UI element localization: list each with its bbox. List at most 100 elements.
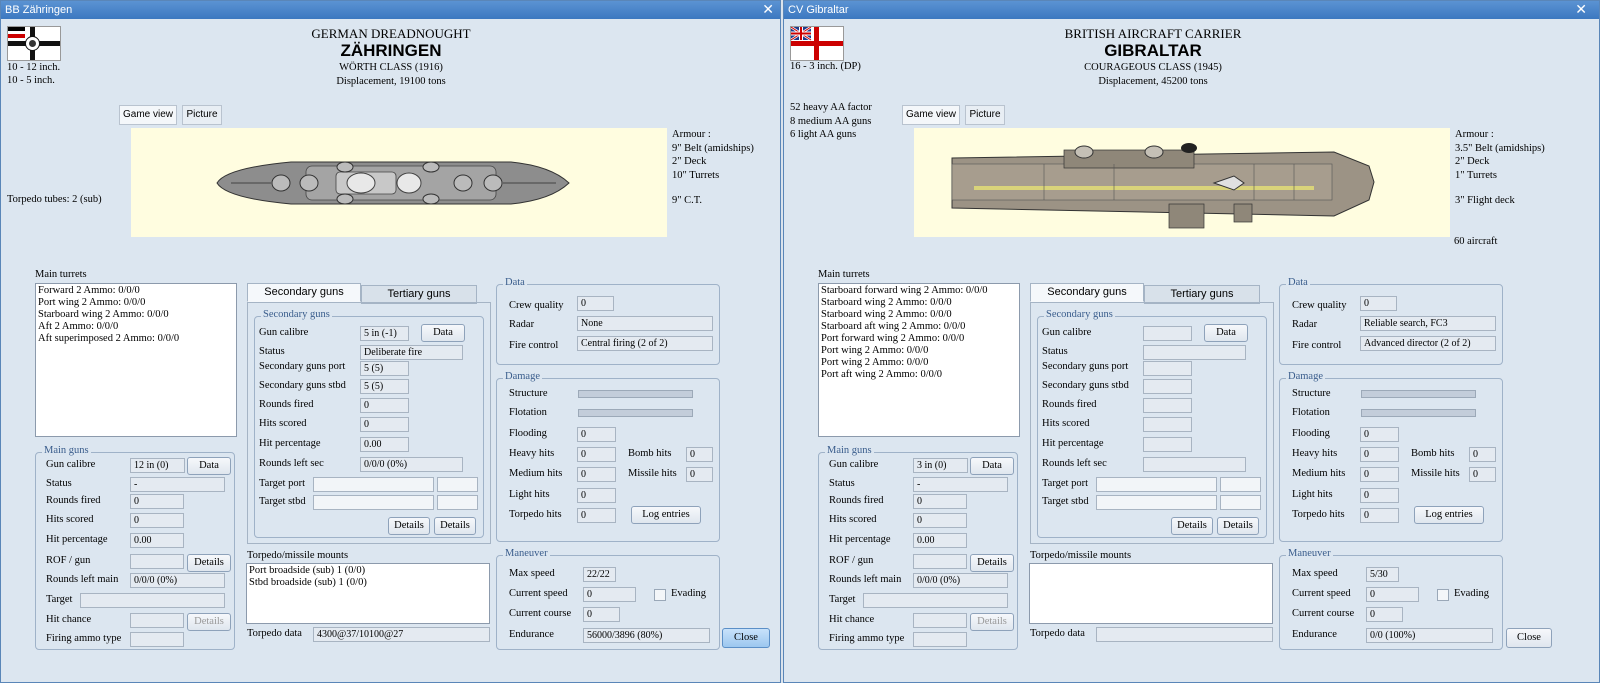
rounds-left-label: Rounds left main (829, 574, 902, 585)
sec-port-field (1143, 361, 1192, 376)
radar-label: Radar (509, 319, 535, 330)
list-item[interactable]: Port forward wing 2 Ammo: 0/0/0 (821, 333, 1017, 345)
list-item[interactable]: Forward 2 Ammo: 0/0/0 (38, 285, 234, 297)
evading-label: Evading (671, 588, 706, 599)
list-item[interactable]: Port wing 2 Ammo: 0/0/0 (821, 345, 1017, 357)
list-item[interactable]: Port wing 2 Ammo: 0/0/0 (38, 297, 234, 309)
list-item[interactable]: Aft 2 Ammo: 0/0/0 (38, 321, 234, 333)
log-entries-button[interactable]: Log entries (1414, 506, 1484, 524)
sec-data-button[interactable]: Data (1204, 324, 1248, 342)
ship-view-panel (131, 128, 667, 237)
hit-chance-details-button[interactable]: Details (187, 613, 231, 631)
main-turrets-list[interactable]: Forward 2 Ammo: 0/0/0 Port wing 2 Ammo: … (35, 283, 237, 437)
close-button[interactable]: Close (1506, 628, 1552, 648)
firing-ammo-field (130, 632, 184, 647)
light-hits-label: Light hits (509, 489, 550, 500)
rof-field (913, 554, 967, 569)
target-stbd-field (1096, 495, 1217, 510)
rof-label: ROF / gun (829, 555, 874, 566)
hit-percentage-label: Hit percentage (829, 534, 891, 545)
list-item[interactable]: Starboard wing 2 Ammo: 0/0/0 (821, 297, 1017, 309)
torpedo-mounts-list[interactable]: Port broadside (sub) 1 (0/0) Stbd broads… (246, 563, 490, 624)
rof-details-button[interactable]: Details (187, 554, 231, 572)
details-stbd-button[interactable]: Details (434, 517, 476, 535)
close-icon[interactable]: ✕ (762, 1, 774, 18)
list-item[interactable]: Port broadside (sub) 1 (0/0) (249, 565, 487, 577)
details-port-button[interactable]: Details (388, 517, 430, 535)
target-port-field (1096, 477, 1217, 492)
tab-game-view[interactable]: Game view (902, 105, 960, 125)
rounds-fired-field: 0 (913, 494, 967, 509)
list-item[interactable]: Starboard wing 2 Ammo: 0/0/0 (38, 309, 234, 321)
window-titlebar[interactable]: BB Zähringen ✕ (1, 1, 780, 19)
evading-checkbox[interactable] (1437, 589, 1449, 601)
gun-data-button[interactable]: Data (187, 457, 231, 475)
group-label: Maneuver (503, 548, 550, 559)
missile-hits-field: 0 (1469, 467, 1496, 482)
rounds-left-field: 0/0/0 (0%) (130, 573, 225, 588)
window-titlebar[interactable]: CV Gibraltar ✕ (784, 1, 1599, 19)
carrier-silhouette (951, 143, 1375, 229)
ship-window-right: CV Gibraltar ✕ 16 - 3 inch. (DP) BRITISH … (783, 0, 1600, 683)
max-speed-label: Max speed (509, 568, 555, 579)
missile-hits-label: Missile hits (628, 468, 677, 479)
list-item[interactable]: Starboard aft wing 2 Ammo: 0/0/0 (821, 321, 1017, 333)
list-item[interactable]: Port aft wing 2 Ammo: 0/0/0 (821, 369, 1017, 381)
rof-details-button[interactable]: Details (970, 554, 1014, 572)
tab-secondary-guns[interactable]: Secondary guns (247, 283, 361, 302)
tab-picture[interactable]: Picture (182, 105, 222, 125)
flotation-label: Flotation (509, 407, 547, 418)
hit-chance-details-button[interactable]: Details (970, 613, 1014, 631)
list-item[interactable]: Aft superimposed 2 Ammo: 0/0/0 (38, 333, 234, 345)
details-port-button[interactable]: Details (1171, 517, 1213, 535)
details-stbd-button[interactable]: Details (1217, 517, 1259, 535)
hits-scored-field: 0 (913, 513, 967, 528)
rounds-left-field: 0/0/0 (0%) (913, 573, 1008, 588)
ship-view-panel (914, 128, 1450, 237)
close-button[interactable]: Close (722, 628, 770, 648)
target-port-label: Target port (1042, 478, 1089, 489)
armour-title: Armour : (672, 129, 711, 140)
radar-field: None (577, 316, 713, 331)
main-turrets-list[interactable]: Starboard forward wing 2 Ammo: 0/0/0 Sta… (818, 283, 1020, 437)
tab-secondary-guns[interactable]: Secondary guns (1030, 283, 1144, 302)
gun-calibre-field: 12 in (0) (130, 458, 185, 473)
hits-scored-label: Hits scored (46, 514, 94, 525)
evading-checkbox[interactable] (654, 589, 666, 601)
list-item[interactable]: Starboard forward wing 2 Ammo: 0/0/0 (821, 285, 1017, 297)
torpedo-hits-label: Torpedo hits (509, 509, 562, 520)
hit-chance-field (130, 613, 184, 628)
sec-status-label: Status (1042, 346, 1068, 357)
target-stbd-field (313, 495, 434, 510)
target-field (80, 593, 225, 608)
fire-control-field: Central firing (2 of 2) (577, 336, 713, 351)
flooding-field: 0 (1360, 427, 1399, 442)
sec-gun-calibre-label: Gun calibre (259, 327, 309, 338)
radar-label: Radar (1292, 319, 1318, 330)
tab-picture[interactable]: Picture (965, 105, 1005, 125)
bomb-hits-field: 0 (686, 447, 713, 462)
log-entries-button[interactable]: Log entries (631, 506, 701, 524)
structure-label: Structure (1292, 388, 1331, 399)
target-label: Target (46, 594, 73, 605)
tab-game-view[interactable]: Game view (119, 105, 177, 125)
ship-name: GIBRALTAR (1104, 41, 1202, 60)
torpedo-hits-field: 0 (577, 508, 616, 523)
close-icon[interactable]: ✕ (1575, 1, 1587, 18)
sec-status-label: Status (259, 346, 285, 357)
list-item[interactable]: Port wing 2 Ammo: 0/0/0 (821, 357, 1017, 369)
torpedo-data-field (1096, 627, 1273, 642)
sec-rounds-fired-field (1143, 398, 1192, 413)
target-label: Target (829, 594, 856, 605)
flotation-label: Flotation (1292, 407, 1330, 418)
endurance-field: 56000/3896 (80%) (583, 628, 710, 643)
torpedo-mounts-list[interactable] (1029, 563, 1273, 624)
sec-status-field: Deliberate fire (360, 345, 463, 360)
list-item[interactable]: Stbd broadside (sub) 1 (0/0) (249, 577, 487, 589)
target-field (863, 593, 1008, 608)
ship-name: ZÄHRINGEN (340, 41, 442, 60)
sec-data-button[interactable]: Data (421, 324, 465, 342)
ship-displacement: Displacement, 19100 tons (336, 76, 446, 87)
gun-data-button[interactable]: Data (970, 457, 1014, 475)
list-item[interactable]: Starboard wing 2 Ammo: 0/0/0 (821, 309, 1017, 321)
